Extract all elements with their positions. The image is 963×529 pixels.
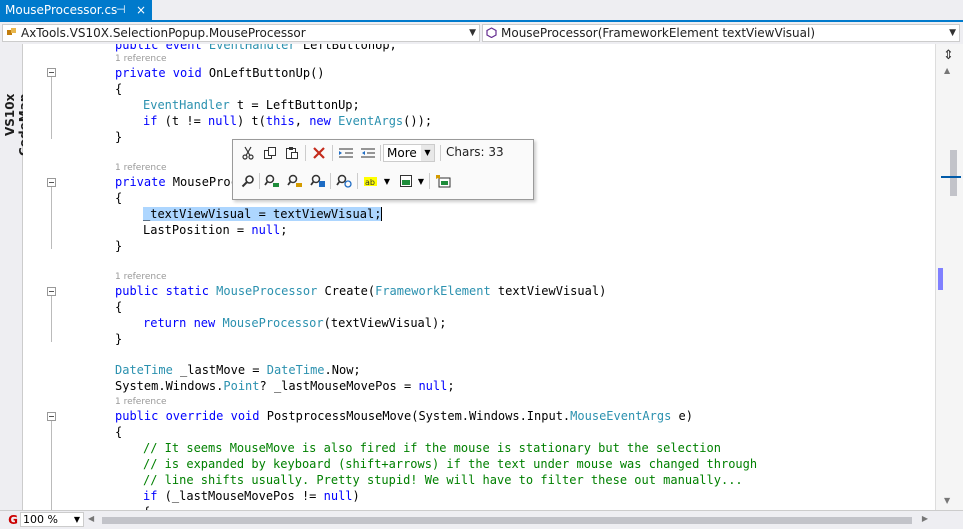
type-combo-value: AxTools.VS10X.SelectionPopup.MouseProces… <box>21 26 306 40</box>
editor-gutter <box>23 44 63 510</box>
g-icon[interactable]: G <box>6 513 20 527</box>
selected-code-line[interactable]: _textViewVisual = textViewVisual; <box>143 206 383 222</box>
fold-guide <box>51 77 52 139</box>
code-line: } <box>115 130 123 144</box>
toolbar-separator <box>357 173 358 189</box>
chevron-down-icon[interactable]: ▼ <box>421 145 434 161</box>
code-line: public override void PostprocessMouseMov… <box>115 409 694 423</box>
code-line: { <box>115 300 123 314</box>
toolbar-separator <box>330 173 331 189</box>
highlight-icon[interactable]: ab <box>362 172 382 190</box>
class-icon <box>7 28 16 35</box>
chevron-down-icon[interactable]: ▼ <box>469 25 476 41</box>
code-line: { <box>115 191 123 205</box>
code-line: { <box>115 82 123 96</box>
scroll-right-icon[interactable]: ▶ <box>922 514 928 523</box>
zoom-combo[interactable]: 100 % ▼ <box>20 512 84 527</box>
paste-icon[interactable] <box>283 144 301 162</box>
vertical-scroll-thumb[interactable] <box>950 150 957 196</box>
fold-guide <box>51 296 52 342</box>
code-line: DateTime _lastMove = DateTime.Now; <box>115 363 361 377</box>
more-dropdown[interactable]: More ▼ <box>383 144 435 162</box>
code-line: EventHandler t = LeftButtonUp; <box>143 98 360 112</box>
search-icon[interactable] <box>239 172 257 190</box>
fold-guide <box>51 187 52 249</box>
code-line: if (_lastMouseMovePos != null) <box>143 489 360 503</box>
zoom-value: 100 % <box>23 513 58 526</box>
toolbar-separator <box>305 145 306 161</box>
toolbar-separator <box>332 145 333 161</box>
cut-icon[interactable] <box>239 144 257 162</box>
chevron-down-icon[interactable]: ▼ <box>416 172 426 190</box>
web-search-icon[interactable] <box>335 172 353 190</box>
code-comment: // line shifts usually. Pretty stupid! W… <box>143 473 743 487</box>
code-line: LastPosition = null; <box>143 223 288 237</box>
editor-bottom-bar: G 100 % ▼ ◀ ▶ <box>0 510 963 529</box>
code-line: return new MouseProcessor(textViewVisual… <box>143 316 447 330</box>
fold-toggle[interactable] <box>47 178 56 187</box>
document-tab-bar: MouseProcessor.cs ⊣ × <box>0 0 963 22</box>
side-tool-strip: VS10x CodeMap <box>0 44 31 510</box>
code-line: private void OnLeftButtonUp() <box>115 66 325 80</box>
bookmark-icon[interactable] <box>434 172 452 190</box>
code-line: System.Windows.Point? _lastMouseMovePos … <box>115 379 455 393</box>
close-icon[interactable]: × <box>136 0 146 20</box>
caret-position-marker <box>941 176 961 178</box>
toolbar-separator <box>259 173 260 189</box>
code-editor[interactable]: public event EventHandler LeftButtonUp; … <box>63 44 935 510</box>
tab-mouseprocessor-cs[interactable]: MouseProcessor.cs ⊣ × <box>0 0 152 20</box>
more-label: More <box>387 146 417 160</box>
scroll-up-icon[interactable]: ▲ <box>944 66 950 75</box>
code-comment: // is expanded by keyboard (shift+arrows… <box>143 457 758 471</box>
code-line: if (t != null) t(this, new EventArgs()); <box>143 114 433 128</box>
toolbar-separator <box>429 173 430 189</box>
chevron-down-icon[interactable]: ▼ <box>382 172 392 190</box>
split-view-icon[interactable]: ⇕ <box>943 48 954 63</box>
member-combo-value: MouseProcessor(FrameworkElement textView… <box>501 26 816 40</box>
chevron-down-icon[interactable]: ▼ <box>949 25 956 41</box>
find-next-icon[interactable] <box>263 172 281 190</box>
chevron-down-icon[interactable]: ▼ <box>74 513 80 526</box>
fold-toggle[interactable] <box>47 68 56 77</box>
find-prev-icon[interactable] <box>286 172 304 190</box>
tab-title: MouseProcessor.cs <box>5 3 118 17</box>
find-in-files-icon[interactable] <box>309 172 327 190</box>
method-icon <box>486 27 497 38</box>
code-line: public static MouseProcessor Create(Fram… <box>115 284 607 298</box>
indent-icon[interactable] <box>337 144 355 162</box>
delete-icon[interactable] <box>310 144 328 162</box>
fold-toggle[interactable] <box>47 412 56 421</box>
code-comment: // It seems MouseMove is also fired if t… <box>143 441 721 455</box>
text-selection[interactable]: _textViewVisual = textViewVisual; <box>143 207 382 221</box>
code-line: private MouseProc <box>115 175 238 189</box>
char-count: Chars: 33 <box>446 145 504 159</box>
code-line: { <box>115 425 123 439</box>
scroll-left-icon[interactable]: ◀ <box>88 514 94 523</box>
change-marker <box>938 268 943 290</box>
horizontal-scroll-thumb[interactable] <box>102 517 912 524</box>
pin-icon[interactable]: ⊣ <box>116 0 126 20</box>
svg-text:ab: ab <box>365 178 375 187</box>
format-icon[interactable] <box>397 172 415 190</box>
code-line: } <box>115 332 123 346</box>
navigation-bar: AxTools.VS10X.SelectionPopup.MouseProces… <box>0 22 963 45</box>
fold-guide <box>51 421 52 510</box>
selection-popup-toolbar: More ▼ Chars: 33 ab ▼ ▼ <box>232 139 534 200</box>
toolbar-separator <box>380 145 381 161</box>
outdent-icon[interactable] <box>359 144 377 162</box>
toolbar-separator <box>440 145 441 161</box>
horizontal-scrollbar[interactable]: ◀ ▶ <box>88 514 928 526</box>
member-combo[interactable]: MouseProcessor(FrameworkElement textView… <box>482 24 960 42</box>
type-combo[interactable]: AxTools.VS10X.SelectionPopup.MouseProces… <box>2 24 480 42</box>
code-line: } <box>115 239 123 253</box>
scroll-down-icon[interactable]: ▼ <box>944 496 950 505</box>
fold-toggle[interactable] <box>47 287 56 296</box>
copy-icon[interactable] <box>261 144 279 162</box>
